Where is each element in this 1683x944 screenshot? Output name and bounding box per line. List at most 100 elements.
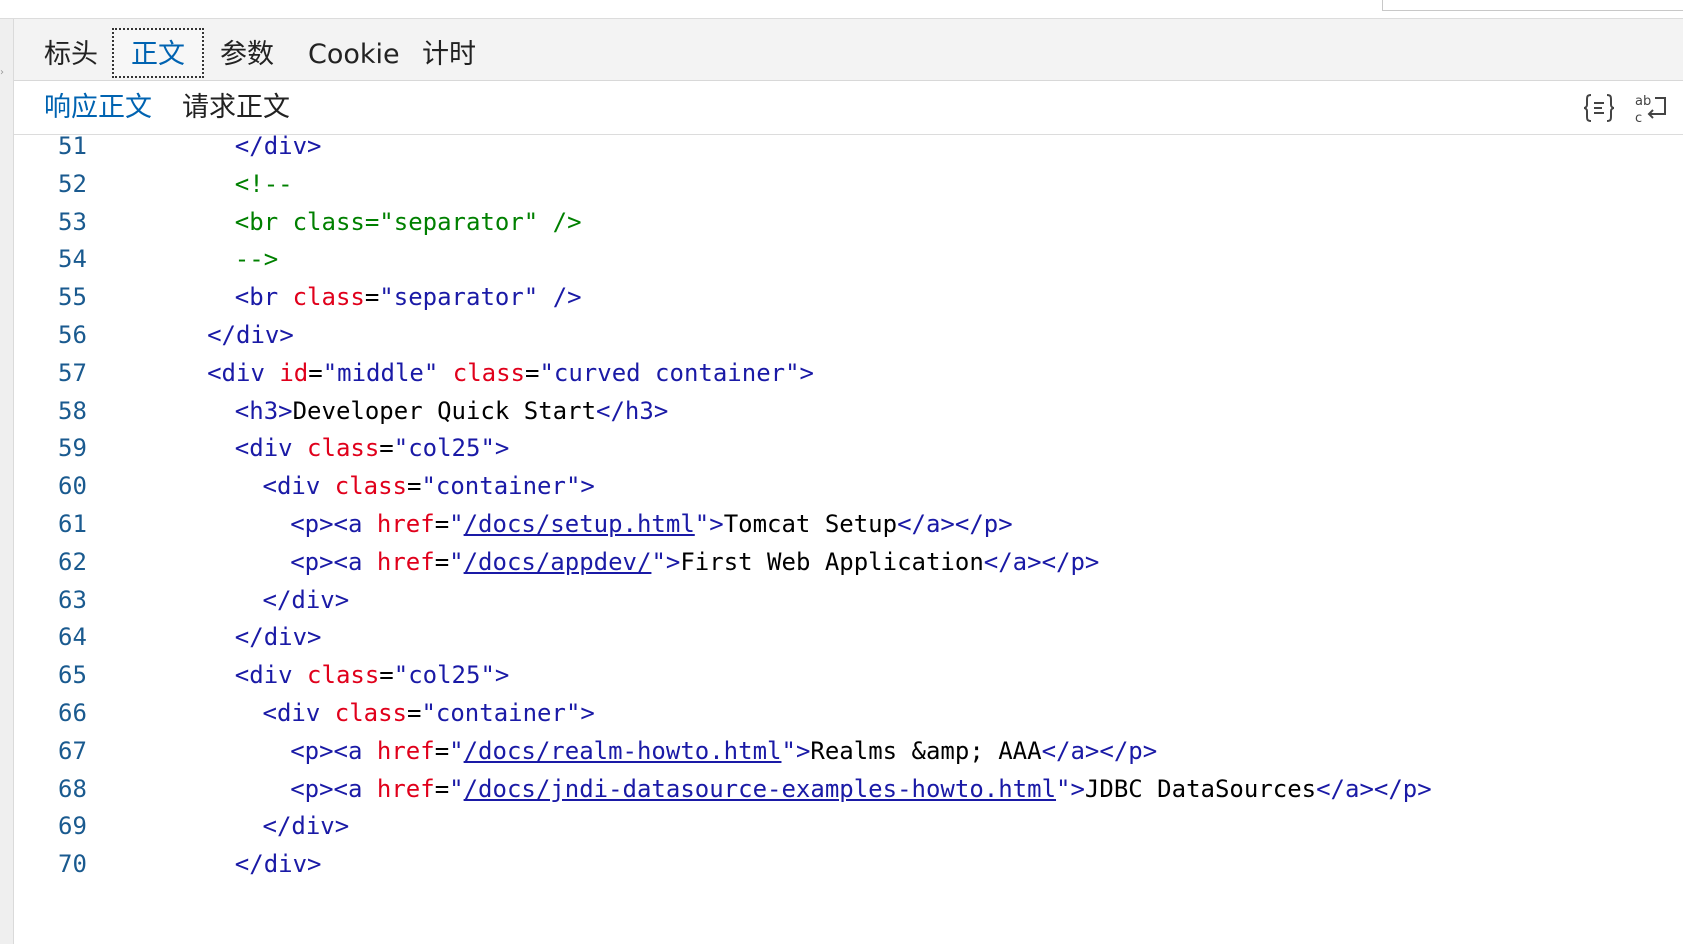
code-line: 64 </div>	[14, 617, 1683, 657]
code-token: >	[665, 547, 681, 576]
code-token: >	[580, 699, 595, 727]
line-number: 70	[58, 850, 87, 879]
code-link[interactable]: /docs/setup.html	[464, 510, 695, 538]
code-token: <div	[207, 358, 280, 387]
code-token: href	[376, 774, 435, 803]
code-token: =	[379, 434, 394, 463]
code-text: </div>	[263, 806, 350, 846]
pretty-print-icon[interactable]	[1581, 90, 1617, 126]
code-text: <div class="col25">	[235, 655, 510, 695]
code-token: =	[308, 358, 323, 387]
code-token: Developer Quick Start	[292, 396, 597, 425]
tab-headers[interactable]: 标头	[44, 28, 98, 78]
code-text: -->	[235, 239, 278, 279]
line-number: 58	[58, 396, 87, 425]
code-token: </div>	[234, 623, 322, 652]
code-token: "	[651, 547, 666, 576]
code-token: >	[580, 472, 595, 501]
code-line: 68 <p><a href="/docs/jndi-datasource-exam…	[14, 769, 1683, 809]
word-wrap-icon[interactable]: ab c	[1633, 90, 1669, 126]
code-token: </a></p>	[897, 510, 1013, 538]
code-token: "separator"	[379, 283, 539, 312]
line-number: 66	[58, 699, 87, 727]
code-token: <p><a	[290, 774, 377, 803]
code-token: "col25"	[393, 661, 495, 690]
code-token: "	[449, 736, 464, 765]
code-line: 67 <p><a href="/docs/realm-howto.html">Re…	[14, 731, 1683, 771]
body-subtabs-bar: 响应正文 请求正文 ab c	[14, 81, 1683, 135]
code-token: </div>	[207, 321, 294, 349]
response-body-code-viewer[interactable]: 51 </div> 52 <!-- 53 <br class="separator" />…	[14, 135, 1683, 944]
code-token: href	[376, 547, 435, 576]
code-token: "	[1056, 774, 1071, 803]
code-token: <p><a	[290, 510, 377, 538]
code-token: =	[434, 510, 450, 538]
code-token: </div>	[234, 850, 322, 879]
code-token: <div	[234, 661, 308, 690]
code-token: =	[525, 358, 540, 387]
tab-parameters[interactable]: 参数	[220, 28, 274, 78]
code-text: <p><a href="/docs/appdev/">First Web App…	[290, 542, 1099, 582]
code-token: <br class="separator" />	[234, 207, 582, 236]
code-text: </div>	[235, 617, 322, 657]
code-line: 52 <!--	[14, 164, 1683, 204]
code-token: </a></p>	[1041, 736, 1158, 765]
code-line: 66 <div class="container">	[14, 693, 1683, 733]
line-number: 53	[58, 207, 87, 236]
code-token: =	[434, 736, 450, 765]
line-number: 57	[58, 358, 87, 387]
code-token: class	[307, 434, 380, 463]
line-number: 69	[58, 812, 87, 841]
code-line: 60 <div class="container">	[14, 466, 1683, 506]
line-number: 51	[58, 135, 87, 160]
code-text: <div class="container">	[263, 466, 595, 506]
code-token: id	[279, 358, 309, 387]
svg-text:ab: ab	[1635, 94, 1651, 109]
tab-timings[interactable]: 计时	[422, 28, 476, 78]
code-token: />	[538, 283, 582, 312]
subtab-request-body[interactable]: 请求正文	[182, 81, 290, 134]
code-link[interactable]: /docs/appdev/	[464, 548, 652, 576]
code-text: <div id="middle" class="curved container…	[207, 353, 814, 393]
code-line: 61 <p><a href="/docs/setup.html">Tomcat S…	[14, 504, 1683, 544]
code-token: <br	[234, 283, 293, 312]
search-box-edge[interactable]	[1382, 0, 1683, 11]
code-token: =	[434, 774, 450, 803]
code-token: =	[379, 661, 394, 690]
code-token: "	[449, 774, 464, 803]
code-line: 54 -->	[14, 239, 1683, 279]
code-text: <br class="separator" />	[235, 202, 582, 242]
line-number: 64	[58, 623, 87, 652]
code-token: <div	[234, 434, 308, 463]
chevron-right-icon[interactable]: ›	[0, 47, 6, 99]
code-line: 70 </div>	[14, 844, 1683, 884]
code-token: <h3>	[234, 396, 293, 425]
code-token: >	[799, 358, 814, 387]
line-number: 63	[58, 585, 87, 614]
code-token: "col25"	[393, 434, 495, 463]
code-text: <h3>Developer Quick Start</h3>	[235, 391, 668, 431]
code-token: >	[494, 661, 510, 690]
line-number: 55	[58, 283, 87, 312]
line-number: 52	[58, 169, 87, 198]
tab-body[interactable]: 正文	[112, 28, 204, 78]
line-number: 68	[58, 774, 87, 803]
code-token: class	[292, 283, 365, 312]
code-text: <div class="container">	[263, 693, 595, 733]
code-token: class	[307, 661, 380, 690]
code-link[interactable]: /docs/realm-howto.html	[464, 737, 782, 765]
code-line: 63 </div>	[14, 580, 1683, 620]
code-token: <p><a	[290, 736, 377, 765]
code-text: <p><a href="/docs/realm-howto.html">Real…	[290, 731, 1157, 771]
code-token: </div>	[262, 812, 350, 841]
svg-text:c: c	[1635, 111, 1642, 126]
code-token: </div>	[262, 585, 350, 614]
tab-cookies[interactable]: Cookie	[308, 28, 400, 78]
code-link[interactable]: /docs/jndi-datasource-examples-howto.htm…	[464, 775, 1056, 803]
code-token: =	[407, 699, 422, 727]
subtab-response-body[interactable]: 响应正文	[44, 81, 152, 134]
code-text: </div>	[235, 844, 322, 884]
code-token: </h3>	[596, 396, 669, 425]
line-number: 65	[58, 661, 87, 690]
panel-left-gutter: ›	[0, 19, 14, 944]
